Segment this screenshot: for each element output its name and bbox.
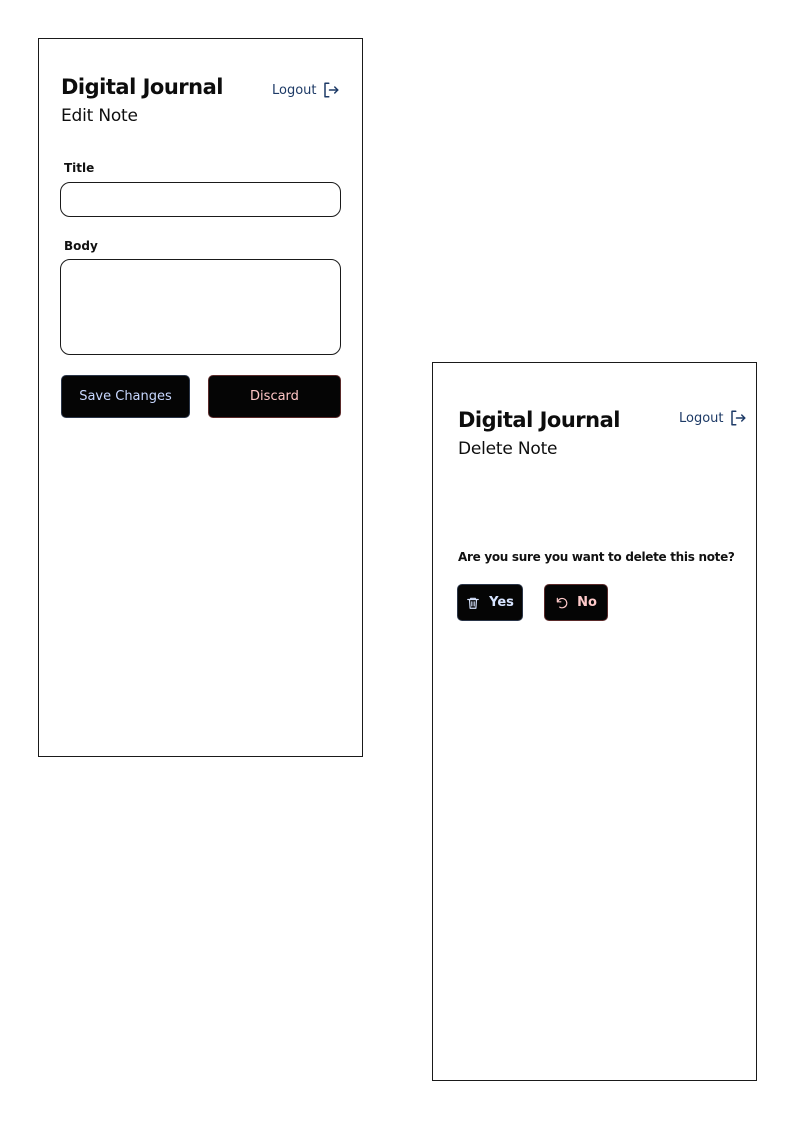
- logout-icon: [322, 81, 340, 99]
- no-cancel-button[interactable]: No: [544, 584, 608, 621]
- title-input[interactable]: [60, 182, 341, 217]
- save-changes-label: Save Changes: [79, 389, 172, 404]
- page-title: Edit Note: [61, 106, 138, 126]
- save-changes-button[interactable]: Save Changes: [61, 375, 190, 418]
- trash-icon: [466, 596, 480, 610]
- logout-label: Logout: [679, 410, 724, 426]
- page-title: Delete Note: [458, 439, 558, 459]
- edit-note-screen: Digital Journal Edit Note Logout Title B…: [38, 38, 363, 757]
- discard-label: Discard: [250, 389, 299, 404]
- delete-note-screen: Digital Journal Delete Note Logout Are y…: [432, 362, 757, 1081]
- logout-link[interactable]: Logout: [679, 409, 747, 427]
- app-title: Digital Journal: [458, 408, 620, 432]
- discard-button[interactable]: Discard: [208, 375, 341, 418]
- no-label: No: [577, 595, 597, 610]
- logout-link[interactable]: Logout: [272, 81, 340, 99]
- title-label: Title: [64, 161, 95, 175]
- undo-icon: [555, 596, 569, 610]
- logout-label: Logout: [272, 82, 317, 98]
- yes-delete-button[interactable]: Yes: [457, 584, 523, 621]
- app-title: Digital Journal: [61, 75, 223, 99]
- logout-icon: [729, 409, 747, 427]
- yes-label: Yes: [489, 595, 514, 610]
- confirm-message: Are you sure you want to delete this not…: [458, 550, 735, 564]
- body-textarea[interactable]: [60, 259, 341, 355]
- body-label: Body: [64, 239, 98, 253]
